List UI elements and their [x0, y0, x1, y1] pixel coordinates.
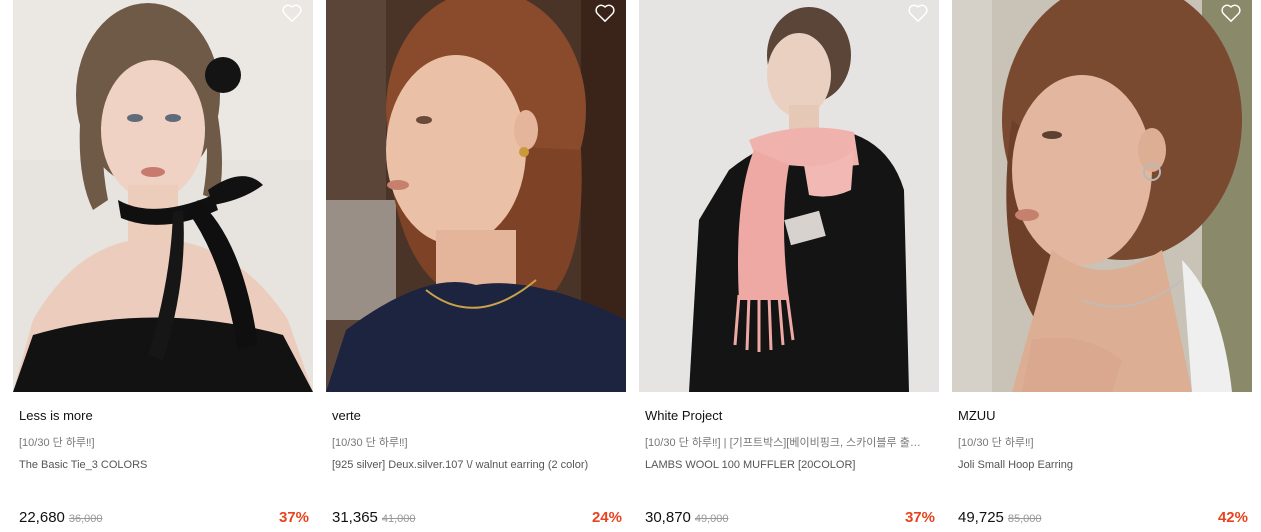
wishlist-heart-icon[interactable] [907, 3, 929, 23]
product-card[interactable]: MZUU [10/30 단 하루‼] Joli Small Hoop Earri… [952, 0, 1252, 532]
product-grid: Less is more [10/30 단 하루‼] The Basic Tie… [0, 0, 1261, 532]
sale-price: 49,725 [958, 509, 1004, 526]
discount-rate: 24% [591, 509, 622, 526]
price: 31,365 41,000 [332, 509, 416, 526]
product-photo[interactable] [13, 0, 313, 392]
discount-rate: 42% [1217, 509, 1248, 526]
brand-name[interactable]: verte [332, 408, 361, 423]
wishlist-heart-icon[interactable] [594, 3, 616, 23]
product-photo[interactable] [639, 0, 939, 392]
promo-text: [10/30 단 하루‼] [19, 437, 95, 449]
product-photo[interactable] [952, 0, 1252, 392]
sale-price: 31,365 [332, 509, 378, 526]
promo-text: [10/30 단 하루‼] [958, 437, 1034, 449]
original-price: 49,000 [694, 513, 729, 525]
brand-name[interactable]: Less is more [19, 408, 93, 423]
product-card[interactable]: White Project [10/30 단 하루‼] | [기프트박스][베이… [639, 0, 939, 532]
sale-price: 22,680 [19, 509, 65, 526]
product-photo-pink-muffler [639, 0, 939, 392]
sale-price: 30,870 [645, 509, 691, 526]
wishlist-heart-icon[interactable] [1220, 3, 1242, 23]
product-photo[interactable] [326, 0, 626, 392]
promo-text: [10/30 단 하루‼] [332, 437, 408, 449]
product-name[interactable]: The Basic Tie_3 COLORS [19, 459, 309, 471]
brand-name[interactable]: White Project [645, 408, 722, 423]
product-name[interactable]: Joli Small Hoop Earring [958, 459, 1248, 471]
product-photo-gold-earring [326, 0, 626, 392]
product-photo-hoop-earring [952, 0, 1252, 392]
discount-rate: 37% [904, 509, 935, 526]
product-card[interactable]: verte [10/30 단 하루‼] [925 silver] Deux.si… [326, 0, 626, 532]
original-price: 36,000 [68, 513, 103, 525]
original-price: 85,000 [1007, 513, 1042, 525]
price: 49,725 85,000 [958, 509, 1042, 526]
original-price: 41,000 [381, 513, 416, 525]
product-name[interactable]: [925 silver] Deux.silver.107 \/ walnut e… [332, 459, 622, 471]
wishlist-heart-icon[interactable] [281, 3, 303, 23]
price: 22,680 36,000 [19, 509, 103, 526]
discount-rate: 37% [278, 509, 309, 526]
promo-text: [10/30 단 하루‼] | [기프트박스][베이비핑크, 스카이블루 출시]… [645, 437, 930, 449]
product-card[interactable]: Less is more [10/30 단 하루‼] The Basic Tie… [13, 0, 313, 532]
price: 30,870 49,000 [645, 509, 729, 526]
brand-name[interactable]: MZUU [958, 408, 996, 423]
product-name[interactable]: LAMBS WOOL 100 MUFFLER [20COLOR] [645, 459, 935, 471]
product-photo-black-tie-scarf [13, 0, 313, 392]
